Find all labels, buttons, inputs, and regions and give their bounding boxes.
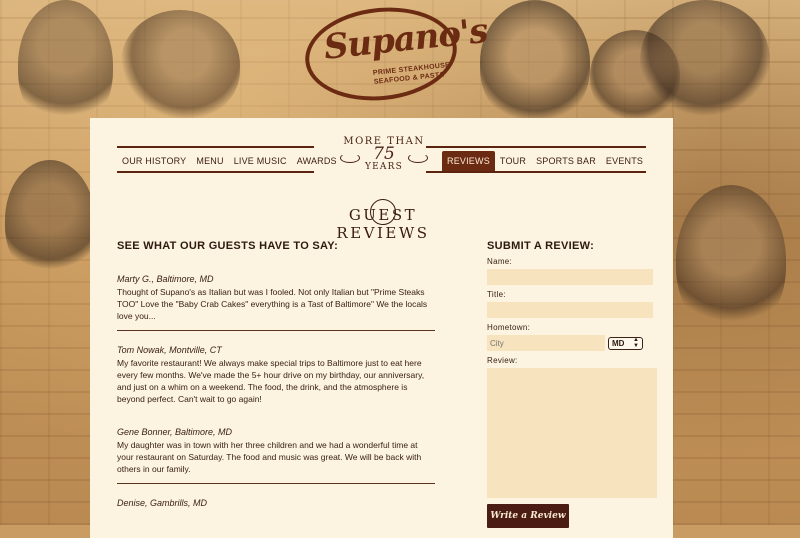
- review-text: My daughter was in town with her three c…: [117, 440, 422, 474]
- nav-divider: [426, 146, 646, 148]
- form-heading: SUBMIT A REVIEW:: [487, 240, 595, 252]
- page-title-text: GUEST REVIEWS: [336, 206, 430, 242]
- title-field[interactable]: [487, 302, 653, 318]
- main-nav-right: REVIEWS TOUR SPORTS BAR EVENTS: [442, 151, 648, 171]
- anniversary-badge: MORE THAN 75 YEARS: [338, 136, 430, 178]
- review-label: Review:: [487, 356, 518, 365]
- review-author: Marty G., Baltimore, MD: [117, 274, 214, 284]
- nav-divider: [117, 171, 314, 173]
- review-textarea[interactable]: [487, 368, 657, 498]
- city-field[interactable]: [487, 335, 605, 351]
- name-label: Name:: [487, 257, 513, 266]
- review-text: Thought of Supano's as Italian but was I…: [117, 287, 428, 321]
- title-label: Title:: [487, 290, 506, 299]
- state-select-value: MD: [612, 338, 625, 348]
- badge-bottom-text: YEARS: [365, 162, 403, 172]
- write-review-button[interactable]: Write a Review: [487, 504, 569, 528]
- vintage-photo: [640, 0, 770, 120]
- swirl-ornament-icon: [408, 153, 428, 163]
- content-panel: OUR HISTORY MENU LIVE MUSIC AWARDS MORE …: [90, 118, 673, 538]
- vintage-photo: [480, 0, 590, 125]
- hometown-row: MD ▲▼: [487, 335, 653, 351]
- state-select[interactable]: MD ▲ ▼: [608, 336, 643, 350]
- nav-our-history[interactable]: OUR HISTORY: [117, 151, 191, 171]
- swirl-ornament-icon: [340, 153, 360, 163]
- up-down-arrows-icon: ▲ ▼: [633, 337, 639, 349]
- review-item: Gene Bonner, Baltimore, MD My daughter w…: [117, 427, 435, 484]
- vintage-photo: [676, 185, 786, 335]
- nav-reviews[interactable]: REVIEWS: [442, 151, 495, 171]
- reviews-list: Marty G., Baltimore, MD Thought of Supan…: [117, 274, 435, 532]
- review-item: Marty G., Baltimore, MD Thought of Supan…: [117, 274, 435, 331]
- review-author: Gene Bonner, Baltimore, MD: [117, 427, 233, 437]
- hometown-label: Hometown:: [487, 323, 531, 332]
- nav-awards[interactable]: AWARDS: [292, 151, 342, 171]
- nav-tour[interactable]: TOUR: [495, 151, 531, 171]
- nav-live-music[interactable]: LIVE MUSIC: [229, 151, 292, 171]
- nav-sports-bar[interactable]: SPORTS BAR: [531, 151, 601, 171]
- main-nav-left: OUR HISTORY MENU LIVE MUSIC AWARDS: [117, 151, 342, 171]
- review-form: SUBMIT A REVIEW: Name: Title: Hometown: …: [487, 240, 657, 528]
- nav-divider: [426, 171, 646, 173]
- review-author: Tom Nowak, Montville, CT: [117, 345, 222, 355]
- reviews-heading: SEE WHAT OUR GUESTS HAVE TO SAY:: [117, 240, 339, 252]
- vintage-photo: [120, 10, 240, 120]
- vintage-photo: [18, 0, 113, 130]
- nav-divider: [117, 146, 314, 148]
- nav-events[interactable]: EVENTS: [601, 151, 648, 171]
- name-field[interactable]: [487, 269, 653, 285]
- page-title: GUEST REVIEWS: [310, 199, 456, 242]
- vintage-photo: [5, 160, 95, 280]
- review-author: Denise, Gambrills, MD: [117, 498, 208, 508]
- review-item: Tom Nowak, Montville, CT My favorite res…: [117, 345, 435, 413]
- review-item: Denise, Gambrills, MD: [117, 498, 435, 518]
- review-text: My favorite restaurant! We always make s…: [117, 358, 425, 404]
- nav-menu[interactable]: MENU: [191, 151, 228, 171]
